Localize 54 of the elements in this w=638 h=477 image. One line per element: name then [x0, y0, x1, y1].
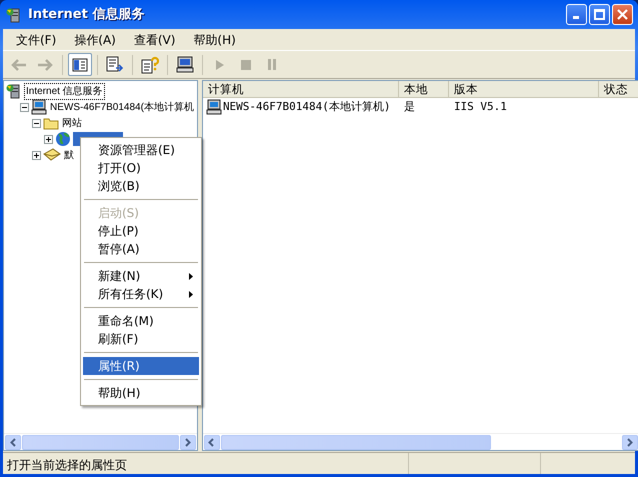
menu-item[interactable]: 新建(N) — [83, 267, 199, 285]
scroll-thumb[interactable] — [22, 435, 179, 450]
tree-item[interactable]: NEWS-46F7B01484(本地计算机 — [49, 100, 195, 114]
maximize-icon — [594, 9, 605, 20]
menu-item[interactable]: 停止(P) — [83, 222, 199, 240]
menu-item[interactable]: 刷新(F) — [83, 330, 199, 348]
globe-icon — [55, 131, 71, 147]
menu-item[interactable]: 帮助(H) — [83, 384, 199, 402]
menu-item[interactable]: 文件(F) — [7, 30, 66, 48]
close-icon — [617, 9, 628, 20]
column-header[interactable]: 本地 — [398, 81, 449, 97]
menu-item[interactable]: 属性(R) — [83, 357, 199, 375]
horizontal-scrollbar[interactable] — [202, 433, 638, 450]
menu-item[interactable]: 帮助(H) — [184, 30, 245, 48]
menu-item[interactable]: 打开(O) — [83, 159, 199, 177]
expand-icon[interactable] — [32, 150, 41, 160]
scroll-thumb[interactable] — [220, 435, 491, 450]
window-title: Internet 信息服务 — [28, 6, 144, 24]
close-button[interactable] — [612, 4, 633, 25]
scroll-right-icon[interactable] — [180, 435, 196, 450]
column-header[interactable]: 计算机 — [202, 81, 399, 97]
maximize-button[interactable] — [589, 4, 610, 25]
collapse-icon[interactable] — [20, 102, 29, 112]
collapse-icon[interactable] — [32, 118, 41, 128]
column-header[interactable]: 版本 — [448, 81, 599, 97]
column-header[interactable]: 状态 — [598, 81, 638, 97]
menu-item[interactable]: 所有任务(K) — [83, 285, 199, 303]
folder-icon — [43, 116, 59, 130]
menu-item[interactable]: 暂停(A) — [83, 240, 199, 258]
scroll-left-icon[interactable] — [204, 435, 220, 450]
table-cell-text: IIS V5.1 — [452, 99, 508, 116]
menu-item[interactable]: 查看(V) — [124, 30, 184, 48]
menu-item[interactable]: 操作(A) — [65, 30, 125, 48]
scroll-left-icon[interactable] — [5, 435, 21, 450]
status-text: 打开当前选择的属性页 — [3, 453, 409, 474]
computer-icon — [31, 99, 47, 115]
panel-toggle-icon[interactable] — [68, 53, 92, 76]
menu-item[interactable]: 重命名(M) — [83, 312, 199, 330]
server-icon — [6, 83, 22, 99]
computer-name: NEWS-46F7B01484(本地计算机) — [222, 99, 391, 116]
envelope-icon — [43, 148, 61, 162]
menu-item[interactable]: 浏览(B) — [83, 177, 199, 195]
horizontal-scrollbar[interactable] — [4, 433, 197, 450]
scroll-right-icon[interactable] — [622, 435, 638, 450]
submenu-arrow-icon — [189, 272, 193, 280]
app-icon — [6, 6, 22, 24]
table-cell-text: 是 — [402, 99, 416, 116]
tree-item[interactable]: 默 — [63, 148, 75, 162]
computer-icon — [206, 99, 222, 116]
submenu-arrow-icon — [189, 290, 193, 298]
expand-icon[interactable] — [44, 134, 53, 144]
minimize-button[interactable] — [566, 4, 587, 25]
tree-item[interactable]: 网站 — [61, 116, 83, 130]
menu-item[interactable]: 资源管理器(E) — [83, 141, 199, 159]
